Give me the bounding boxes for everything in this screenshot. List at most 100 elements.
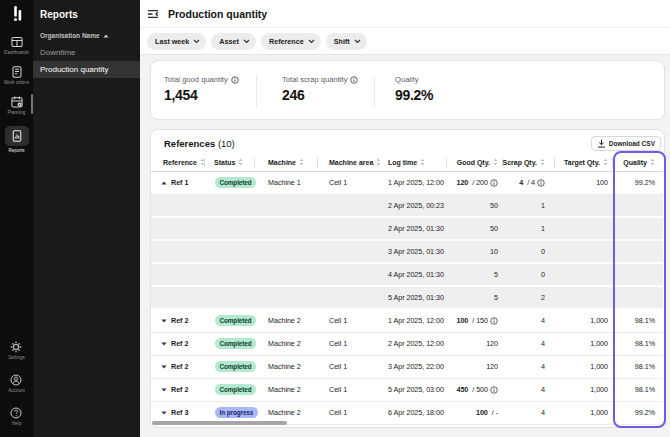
filter-bar: Last week Asset Reference Shift <box>140 28 670 55</box>
filter-label: Shift <box>334 37 350 46</box>
rail-item-label: Reports <box>8 148 24 153</box>
status-badge: Completed <box>215 361 256 372</box>
sort-icon <box>238 158 243 166</box>
column-divider <box>502 158 503 167</box>
brand-logo[interactable] <box>7 2 27 28</box>
reports-icon <box>11 130 23 142</box>
stat-quality: Quality99.2% <box>375 61 664 119</box>
info-icon <box>490 317 498 325</box>
filter-label: Asset <box>219 37 239 46</box>
stat-total-scrap-quantity: Total scrap quantity246 <box>257 61 374 119</box>
rail-item-reports[interactable]: Reports <box>4 126 29 153</box>
stat-label: Total good quantity <box>164 75 256 84</box>
column-header-quality[interactable]: Quality <box>612 154 663 171</box>
references-card: References (10) Download CSV ReferenceSt… <box>150 129 665 428</box>
column-divider <box>317 158 318 167</box>
sidebar-item-production-quantity[interactable]: Production quantity <box>33 61 140 78</box>
reference-label: Ref 3 <box>171 408 188 417</box>
filter-shift[interactable]: Shift <box>326 33 367 50</box>
rail-item-dashboards[interactable]: Dashboards <box>4 36 29 55</box>
chevron-down-icon <box>243 39 250 44</box>
caret-down-icon <box>161 411 167 415</box>
caret-down-icon <box>161 365 167 369</box>
rail-item-label: Planning <box>8 110 26 115</box>
organisation-selector[interactable]: Organisation Name <box>33 32 140 39</box>
column-header-machine[interactable]: Machine <box>254 154 317 171</box>
caret-up-icon <box>161 181 167 185</box>
table-row-detail[interactable]: 4 Apr 2025, 01:3050 <box>151 263 663 286</box>
table-row[interactable]: Ref 2CompletedMachine 2Cell 13 Apr 2025,… <box>151 355 663 378</box>
column-header-log-time[interactable]: Log time <box>377 154 446 171</box>
info-icon <box>537 179 545 187</box>
column-header-good-qty[interactable]: Good Qty. <box>446 154 502 171</box>
reports-sidebar: Reports Organisation Name DowntimeProduc… <box>33 0 140 437</box>
account-icon <box>10 374 22 386</box>
filter-asset[interactable]: Asset <box>211 33 256 50</box>
stat-total-good-quantity: Total good quantity1,454 <box>151 61 256 119</box>
column-header-status[interactable]: Status <box>204 154 254 171</box>
main-area: Production quantity Last week Asset Refere… <box>140 0 670 437</box>
content-area: Total good quantity1,454Total scrap quan… <box>140 55 670 428</box>
table-row-detail[interactable]: 5 Apr 2025, 01:3052 <box>151 286 663 309</box>
table-row[interactable]: Ref 2CompletedMachine 2Cell 12 Apr 2025,… <box>151 332 663 355</box>
rail-bottom-group: Settings Account Help <box>8 341 25 437</box>
page-title: Production quantity <box>168 8 267 20</box>
references-card-header: References (10) Download CSV <box>151 130 664 154</box>
status-badge: Completed <box>215 384 256 395</box>
caret-down-icon <box>161 319 167 323</box>
logo-icon <box>7 2 27 24</box>
column-header-target-qty[interactable]: Target Qty. <box>554 154 612 171</box>
rail-item-settings[interactable]: Settings <box>8 341 25 360</box>
table-row[interactable]: Ref 2CompletedMachine 2Cell 15 Apr 2025,… <box>151 378 663 401</box>
column-divider <box>554 158 555 167</box>
reference-label: Ref 2 <box>171 339 188 348</box>
column-divider <box>377 158 378 167</box>
filter-reference[interactable]: Reference <box>261 33 321 50</box>
references-title: References (10) <box>164 138 235 149</box>
column-header-scrap-qty[interactable]: Scrap Qty. <box>502 154 554 171</box>
filter-time-range[interactable]: Last week <box>147 33 206 50</box>
rail-item-label: Help <box>12 421 21 426</box>
caret-down-icon <box>161 388 167 392</box>
status-badge: Completed <box>215 315 256 326</box>
rail-resize-handle[interactable] <box>31 94 33 114</box>
sidebar-title: Reports <box>33 9 140 20</box>
rail-item-planning[interactable]: Planning <box>4 96 29 115</box>
filter-label: Last week <box>155 37 189 46</box>
column-divider <box>446 158 447 167</box>
sort-icon <box>650 158 655 166</box>
rail-item-label: Settings <box>8 355 25 360</box>
sort-icon <box>540 158 545 166</box>
sidebar-item-downtime[interactable]: Downtime <box>33 44 140 61</box>
status-badge: Completed <box>215 338 256 349</box>
caret-up-sm-icon <box>103 34 109 38</box>
table-row-detail[interactable]: 2 Apr 2025, 01:30501 <box>151 217 663 240</box>
table-header-row: ReferenceStatusMachineMachine areaLog ti… <box>151 154 663 171</box>
work-orders-icon <box>11 66 23 78</box>
sort-icon <box>299 158 304 166</box>
collapse-sidebar-icon[interactable] <box>147 8 159 20</box>
stat-label: Total scrap quantity <box>282 75 374 84</box>
rail-item-help[interactable]: Help <box>10 407 22 426</box>
references-count: (10) <box>218 138 235 149</box>
table-row-detail[interactable]: 2 Apr 2025, 00:23501 <box>151 194 663 217</box>
table-row[interactable]: Ref 1CompletedMachine 1Cell 11 Apr 2025,… <box>151 171 663 194</box>
chevron-down-icon <box>354 39 361 44</box>
rail-item-label: Work orders <box>4 80 29 85</box>
table-row-detail[interactable]: 3 Apr 2025, 01:30100 <box>151 240 663 263</box>
column-divider <box>254 158 255 167</box>
topbar: Production quantity <box>140 0 670 28</box>
rail-item-work-orders[interactable]: Work orders <box>4 66 29 85</box>
rail-item-account[interactable]: Account <box>8 374 25 393</box>
info-icon <box>231 76 239 84</box>
column-divider <box>204 158 205 167</box>
download-csv-button[interactable]: Download CSV <box>591 136 661 151</box>
table-row[interactable]: Ref 2CompletedMachine 2Cell 11 Apr 2025,… <box>151 309 663 332</box>
column-header-machine-area[interactable]: Machine area <box>317 154 377 171</box>
organisation-name: Organisation Name <box>40 32 100 39</box>
horizontal-scrollbar[interactable] <box>152 421 287 425</box>
column-header-reference[interactable]: Reference <box>151 154 204 171</box>
dashboards-icon <box>11 36 23 48</box>
status-badge: Completed <box>215 177 256 188</box>
rail-item-label: Account <box>8 388 25 393</box>
